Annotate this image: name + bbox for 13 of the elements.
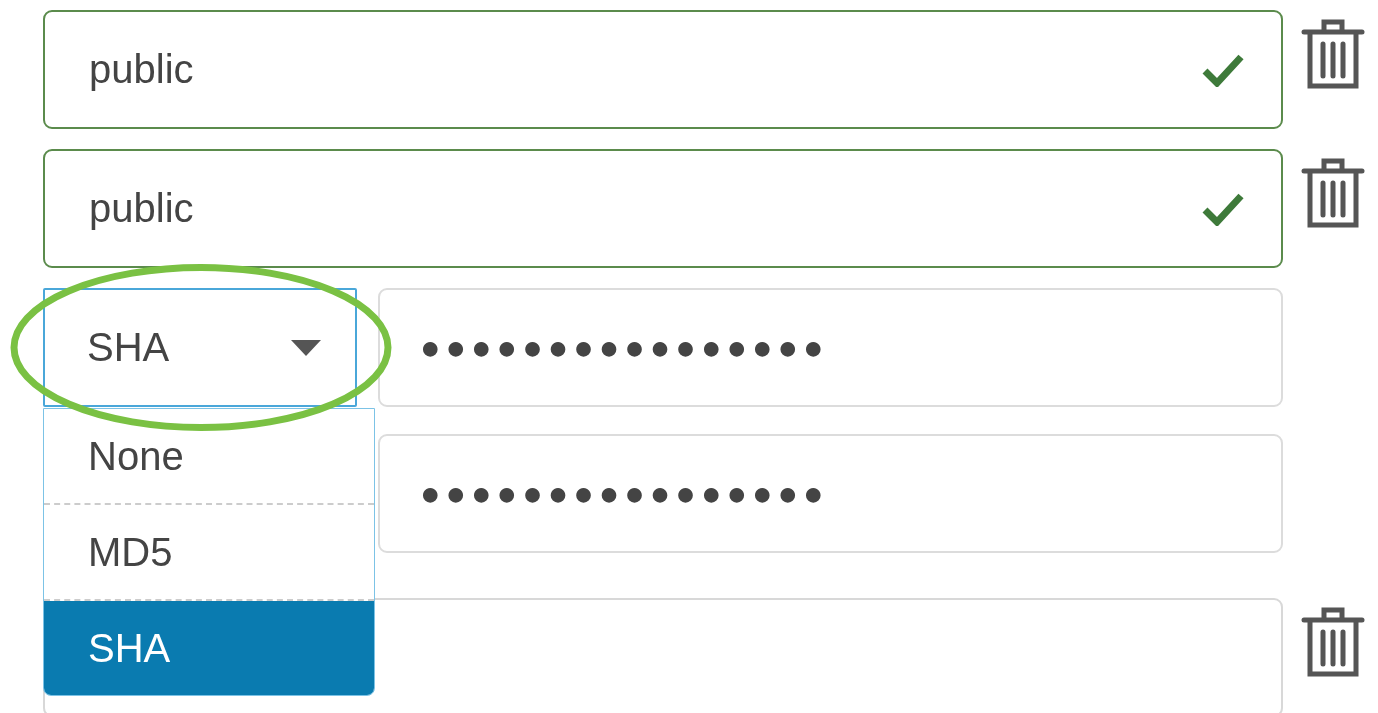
dropdown-select[interactable]: SHA	[43, 288, 357, 407]
delete-icon[interactable]	[1300, 18, 1366, 92]
delete-icon[interactable]	[1300, 157, 1366, 231]
check-icon	[1201, 191, 1245, 226]
delete-icon[interactable]	[1300, 606, 1366, 680]
dropdown-option[interactable]: None	[44, 409, 374, 505]
dropdown-option[interactable]: SHA	[44, 601, 374, 695]
caret-icon	[291, 339, 321, 356]
input-field[interactable]: public	[43, 149, 1283, 268]
input-field[interactable]: public	[43, 10, 1283, 129]
password-field[interactable]: ●●●●●●●●●●●●●●●●	[378, 288, 1283, 407]
check-icon	[1201, 52, 1245, 87]
password-field[interactable]: ●●●●●●●●●●●●●●●●	[378, 434, 1283, 553]
